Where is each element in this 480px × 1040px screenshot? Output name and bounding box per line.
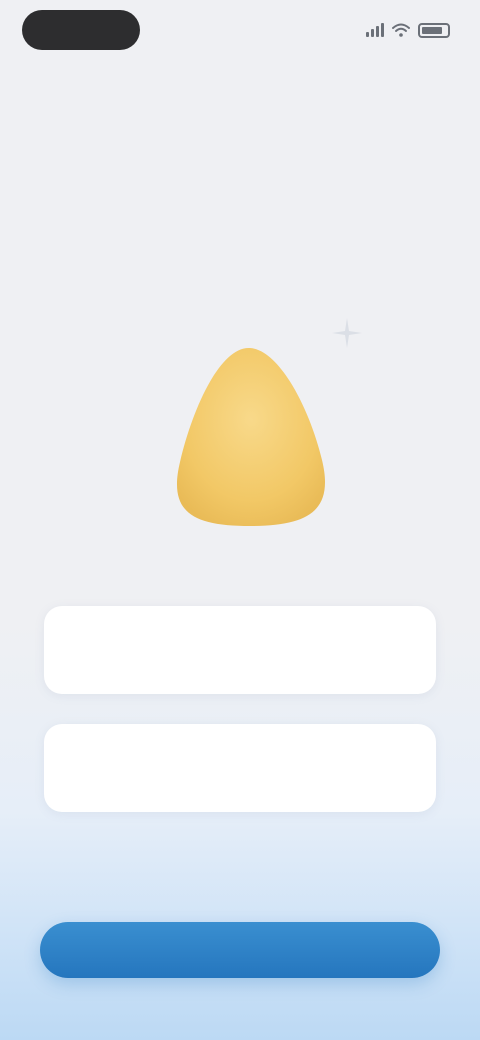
status-icons <box>366 18 450 42</box>
wifi-icon <box>392 23 410 37</box>
signal-icon <box>366 23 384 37</box>
continue-button[interactable] <box>40 922 440 978</box>
status-time <box>22 10 140 50</box>
option-card-1[interactable] <box>44 606 436 694</box>
mascot-illustration <box>176 347 325 526</box>
battery-icon <box>418 22 450 38</box>
status-bar <box>0 0 480 64</box>
option-card-2[interactable] <box>44 724 436 812</box>
